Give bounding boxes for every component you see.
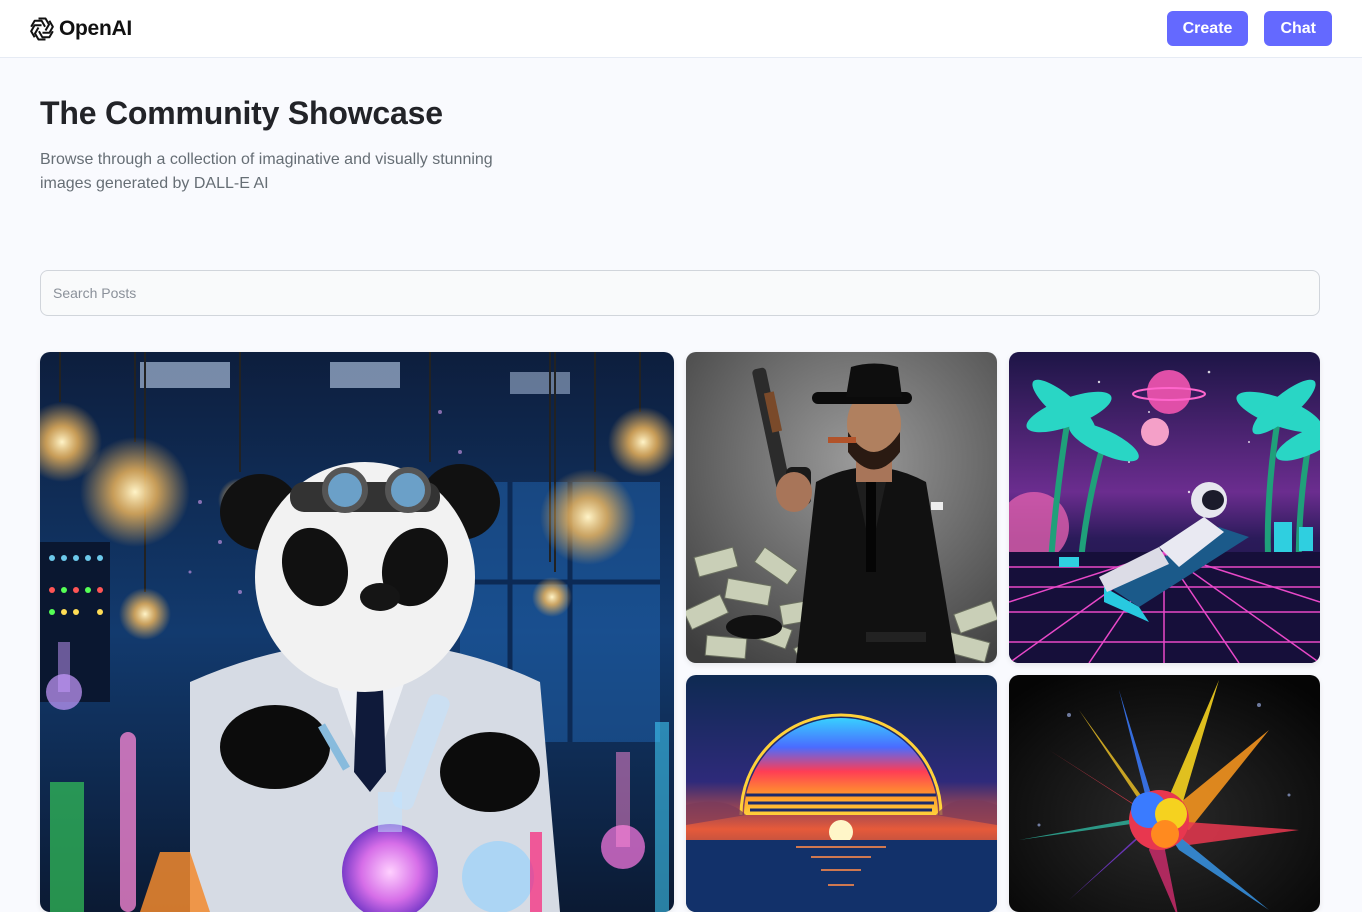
logo-text: OpenAI [59, 16, 132, 40]
nav-actions: Create Chat [1166, 11, 1332, 46]
page-subtitle: Browse through a collection of imaginati… [40, 151, 493, 192]
post-card-color-explosion[interactable] [1009, 675, 1320, 912]
openai-logo[interactable]: OpenAI [28, 15, 132, 43]
color-explosion-image [1009, 675, 1320, 912]
create-button[interactable]: Create [1166, 11, 1249, 46]
chat-button[interactable]: Chat [1264, 11, 1332, 46]
ocean-sunset-image [686, 675, 997, 912]
top-navbar: OpenAI Create Chat [0, 0, 1362, 58]
post-card-mafia-man[interactable] [686, 352, 997, 663]
post-card-astronaut-neon[interactable] [1009, 352, 1320, 663]
panda-scientist-image [40, 352, 674, 912]
astronaut-neon-image [1009, 352, 1320, 663]
post-card-ocean-sunset[interactable] [686, 675, 997, 912]
page-title: The Community Showcase [40, 95, 443, 131]
post-card-panda-scientist[interactable] [40, 352, 674, 912]
main-content: The Community Showcase Browse through a … [40, 58, 1320, 912]
search-input[interactable] [40, 270, 1320, 316]
openai-icon [30, 17, 54, 40]
mafia-man-image [686, 352, 997, 663]
